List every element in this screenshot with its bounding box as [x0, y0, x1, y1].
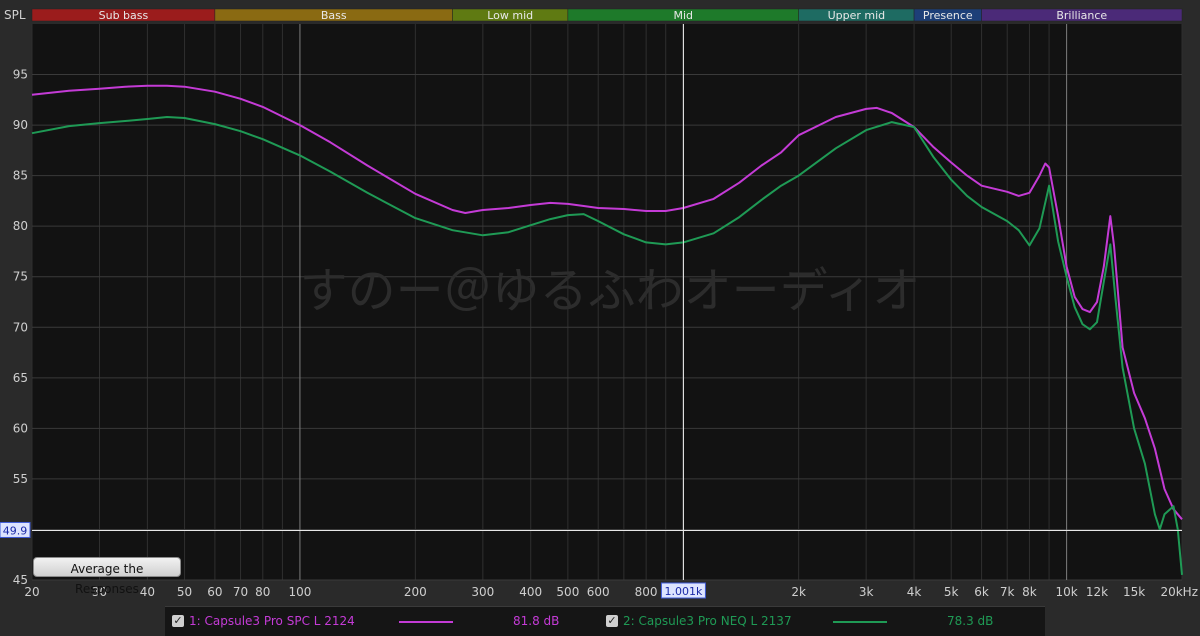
legend-swatch-1 [399, 621, 453, 623]
legend-series-name-1: 1: Capsule3 Pro SPC L 2124 [189, 614, 355, 628]
band-label-0: Sub bass [99, 9, 149, 22]
band-label-1: Bass [321, 9, 347, 22]
band-label-6: Brilliance [1056, 9, 1107, 22]
frequency-response-chart: Sub bass Bass Low mid Mid Upper mid Presence B… [0, 8, 1198, 599]
y-tick-label: 95 [13, 68, 28, 82]
x-tick-label: 600 [587, 585, 610, 599]
x-tick-label: 50 [177, 585, 192, 599]
x-tick-label: 8k [1022, 585, 1037, 599]
x-tick-label: 800 [635, 585, 658, 599]
x-tick-label: 2k [791, 585, 806, 599]
x-tick-label: 4k [907, 585, 922, 599]
band-label-2: Low mid [487, 9, 533, 22]
frequency-response-view: Sub bass Bass Low mid Mid Upper mid Presence B… [0, 0, 1200, 636]
x-tick-label: 40 [140, 585, 155, 599]
legend-swatch-2 [833, 621, 887, 623]
watermark: すのー＠ゆるふわオーディオ [300, 263, 921, 319]
cursor-x-readout: 1.001k [665, 585, 703, 598]
x-tick-label: 60 [207, 585, 222, 599]
y-axis: SPL4550556065707580859095 [4, 8, 28, 587]
legend-series-name-2: 2: Capsule3 Pro NEQ L 2137 [623, 614, 792, 628]
x-axis-unit-label: 20kHz [1160, 585, 1198, 599]
x-tick-label: 100 [288, 585, 311, 599]
y-tick-label: 90 [13, 118, 28, 132]
y-tick-label: 65 [13, 371, 28, 385]
y-tick-label: 85 [13, 169, 28, 183]
x-tick-label: 80 [255, 585, 270, 599]
x-tick-label: 200 [404, 585, 427, 599]
x-tick-label: 6k [974, 585, 989, 599]
x-tick-label: 10k [1055, 585, 1077, 599]
cursor-y-readout: 49.9 [3, 524, 28, 537]
x-tick-label: 70 [233, 585, 248, 599]
x-tick-label: 15k [1123, 585, 1145, 599]
x-tick-label: 12k [1086, 585, 1108, 599]
y-tick-label: 60 [13, 421, 28, 435]
x-tick-label: 20 [24, 585, 39, 599]
y-tick-label: 70 [13, 320, 28, 334]
y-tick-label: 80 [13, 219, 28, 233]
y-tick-label: 55 [13, 472, 28, 486]
y-axis-label: SPL [4, 8, 26, 22]
band-header: Sub bass Bass Low mid Mid Upper mid Presence B… [31, 8, 1183, 22]
x-tick-label: 500 [556, 585, 579, 599]
band-label-5: Presence [923, 9, 973, 22]
band-label-3: Mid [674, 9, 694, 22]
legend-level-2: 78.3 dB [947, 614, 994, 628]
average-responses-button[interactable]: Average the Responses [33, 557, 181, 596]
x-tick-label: 300 [471, 585, 494, 599]
band-label-4: Upper mid [828, 9, 886, 22]
x-tick-label: 400 [519, 585, 542, 599]
x-tick-label: 3k [859, 585, 874, 599]
legend-level-1: 81.8 dB [513, 614, 560, 628]
y-tick-label: 75 [13, 270, 28, 284]
legend-bar: ✓ 1: Capsule3 Pro SPC L 2124 81.8 dB ✓ 2… [165, 606, 1045, 636]
legend-checkbox-1[interactable]: ✓ [172, 615, 184, 627]
legend-checkbox-2[interactable]: ✓ [606, 615, 618, 627]
x-tick-label: 7k [1000, 585, 1015, 599]
x-axis: 203040506070801002003004005006008002k3k4… [24, 585, 1198, 599]
x-tick-label: 5k [944, 585, 959, 599]
